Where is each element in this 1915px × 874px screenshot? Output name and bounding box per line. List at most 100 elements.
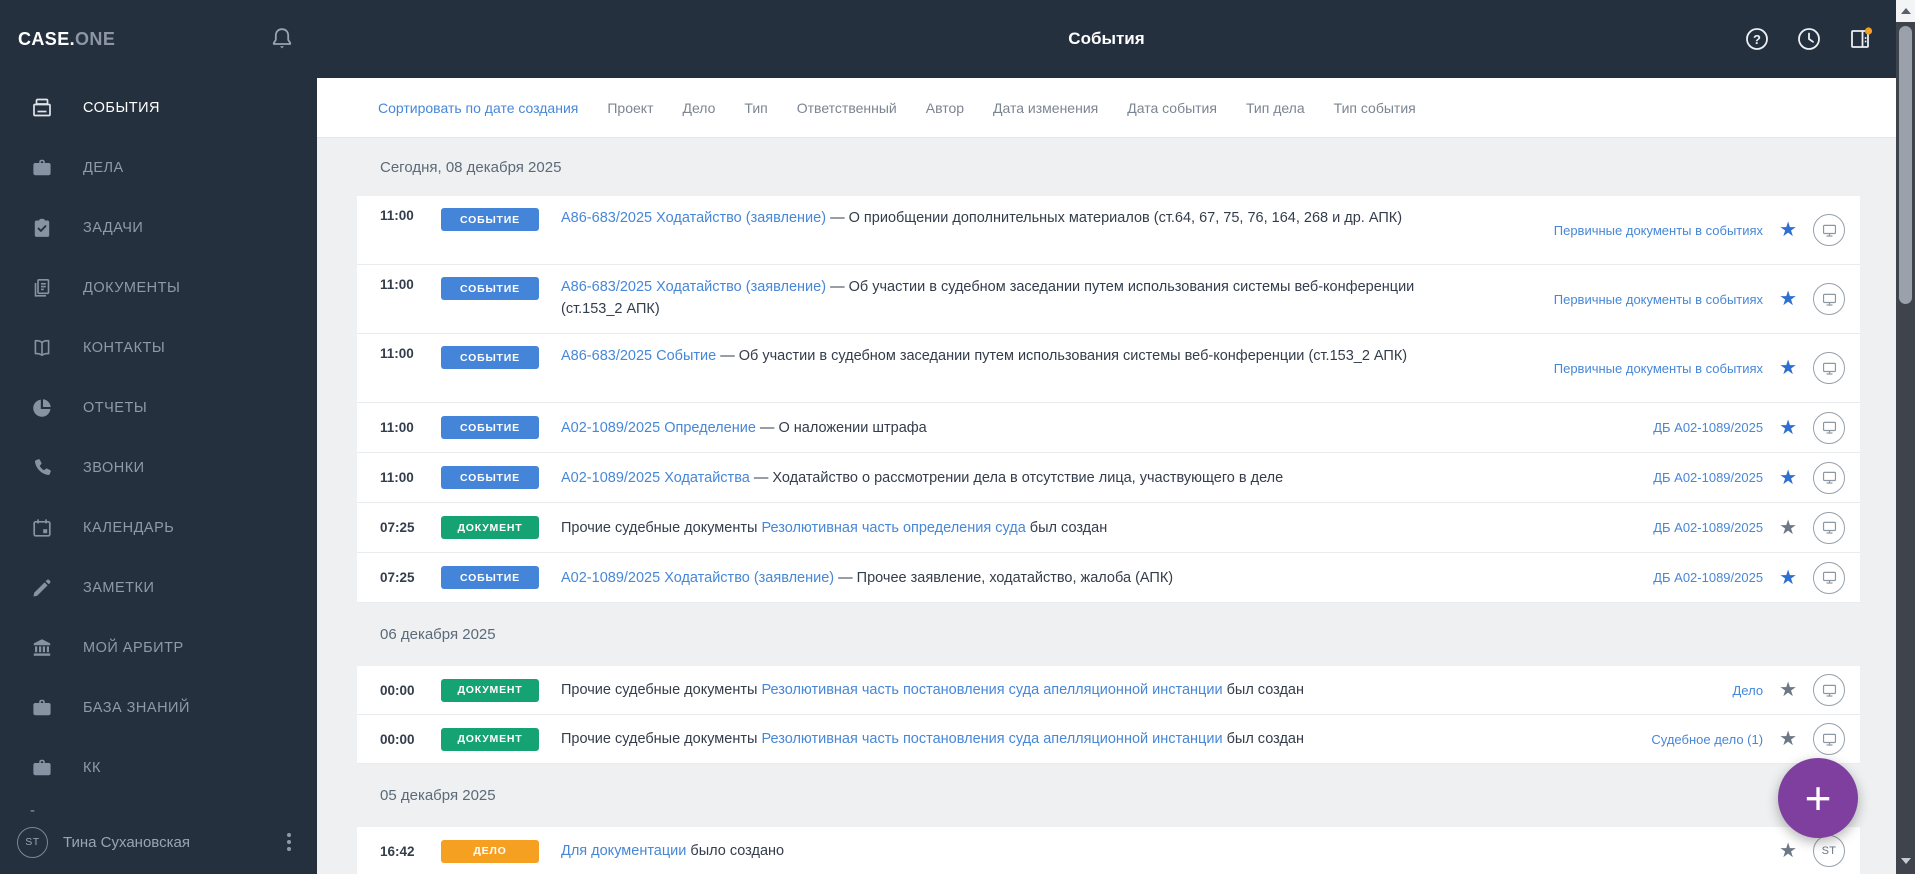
layout-panel-icon[interactable]	[1848, 26, 1874, 52]
related-link[interactable]: Первичные документы в событиях	[1554, 223, 1763, 238]
filter-event-type[interactable]: Тип события	[1334, 100, 1416, 116]
related-link[interactable]: ДБ А02-1089/2025	[1653, 570, 1763, 585]
sidebar-item-kk[interactable]: КК	[0, 738, 317, 798]
sidebar-item-cases[interactable]: ДЕЛА	[0, 138, 317, 198]
related-link[interactable]: Дело	[1732, 683, 1763, 698]
sort-link[interactable]: Сортировать по дате создания	[378, 100, 578, 116]
related-link[interactable]: ДБ А02-1089/2025	[1653, 420, 1763, 435]
bell-icon[interactable]	[268, 25, 296, 53]
event-description: — Об участии в судебном заседании путем …	[716, 348, 1408, 364]
monitor-icon[interactable]	[1813, 283, 1845, 315]
scroll-thumb[interactable]	[1899, 26, 1912, 304]
monitor-icon[interactable]	[1813, 561, 1845, 594]
event-row: 11:00 СОБЫТИЕ А02-1089/2025 Определение …	[357, 403, 1860, 453]
event-text: А02-1089/2025 Ходатайства — Ходатайство …	[561, 467, 1311, 489]
event-description: было создано	[686, 843, 785, 859]
event-link[interactable]: А02-1089/2025 Определение	[561, 420, 756, 436]
event-link[interactable]: А86-683/2025 Ходатайство (заявление)	[561, 210, 826, 226]
help-icon[interactable]: ?	[1744, 26, 1770, 52]
filter-responsible[interactable]: Ответственный	[797, 100, 897, 116]
event-link[interactable]: Резолютивная часть определения суда	[761, 520, 1025, 536]
event-link[interactable]: А86-683/2025 Ходатайство (заявление)	[561, 279, 826, 295]
favorite-star-icon[interactable]: ★	[1779, 358, 1797, 378]
event-link[interactable]: Для документации	[561, 843, 686, 859]
related-link[interactable]: Судебное дело (1)	[1651, 732, 1763, 747]
row-actions: ДБ А02-1089/2025 ★	[1653, 561, 1845, 594]
event-link[interactable]: А02-1089/2025 Ходатайство (заявление)	[561, 570, 834, 586]
sidebar-item-contacts[interactable]: КОНТАКТЫ	[0, 318, 317, 378]
related-link[interactable]: Первичные документы в событиях	[1554, 292, 1763, 307]
event-link[interactable]: А86-683/2025 Событие	[561, 348, 716, 364]
favorite-star-icon[interactable]: ★	[1779, 729, 1797, 749]
sidebar-item-calls[interactable]: ЗВОНКИ	[0, 438, 317, 498]
row-actions: ДБ А02-1089/2025 ★	[1653, 461, 1845, 494]
app-logo[interactable]: CASE. ONE	[18, 0, 115, 78]
row-actions: ДБ А02-1089/2025 ★	[1653, 411, 1845, 444]
event-time: 00:00	[380, 682, 415, 698]
monitor-icon[interactable]	[1813, 411, 1845, 444]
svg-text:?: ?	[1753, 32, 1761, 47]
monitor-icon[interactable]	[1813, 352, 1845, 384]
event-text: А02-1089/2025 Ходатайство (заявление) — …	[561, 567, 1201, 589]
page-title: События	[1068, 29, 1145, 48]
sidebar-item-my-arbiter[interactable]: МОЙ АРБИТР	[0, 618, 317, 678]
favorite-star-icon[interactable]: ★	[1779, 518, 1797, 538]
bank-icon	[30, 636, 54, 660]
sidebar-item-knowledge-base[interactable]: БАЗА ЗНАНИЙ	[0, 678, 317, 738]
recent-icon[interactable]	[1796, 26, 1822, 52]
event-row: 00:00 ДОКУМЕНТ Прочие судебные документы…	[357, 715, 1860, 764]
event-row: 11:00 СОБЫТИЕ А86-683/2025 Ходатайство (…	[357, 196, 1860, 265]
favorite-star-icon[interactable]: ★	[1779, 841, 1797, 861]
scrollbar[interactable]	[1896, 0, 1915, 874]
monitor-icon[interactable]	[1813, 674, 1845, 706]
favorite-star-icon[interactable]: ★	[1779, 680, 1797, 700]
filter-date-modified[interactable]: Дата изменения	[993, 100, 1098, 116]
event-type-badge: ДЕЛО	[441, 839, 539, 863]
sidebar-item-collapsed[interactable]: -	[0, 798, 317, 822]
filter-case[interactable]: Дело	[682, 100, 715, 116]
monitor-icon[interactable]	[1813, 723, 1845, 755]
sidebar-item-label: ОТЧЕТЫ	[83, 400, 148, 416]
favorite-star-icon[interactable]: ★	[1779, 418, 1797, 438]
related-link[interactable]: Первичные документы в событиях	[1554, 361, 1763, 376]
sidebar-item-label: КК	[83, 760, 101, 776]
event-text: Для документации было создано	[561, 840, 812, 862]
sidebar-item-documents[interactable]: ДОКУМЕНТЫ	[0, 258, 317, 318]
filter-type[interactable]: Тип	[744, 100, 767, 116]
brand-one: ONE	[75, 28, 116, 49]
filter-date-event[interactable]: Дата события	[1127, 100, 1217, 116]
reports-icon	[30, 396, 54, 420]
event-description: был создан	[1222, 682, 1304, 698]
monitor-icon[interactable]	[1813, 214, 1845, 246]
monitor-icon[interactable]	[1813, 511, 1845, 544]
filter-project[interactable]: Проект	[607, 100, 653, 116]
favorite-star-icon[interactable]: ★	[1779, 568, 1797, 588]
scroll-up-arrow[interactable]	[1896, 0, 1915, 22]
event-link[interactable]: Резолютивная часть постановления суда ап…	[761, 731, 1222, 747]
event-text: А02-1089/2025 Определение — О наложении …	[561, 417, 955, 439]
add-button[interactable]: +	[1778, 758, 1858, 838]
sidebar-item-tasks[interactable]: ЗАДАЧИ	[0, 198, 317, 258]
filter-author[interactable]: Автор	[926, 100, 964, 116]
event-text: Прочие судебные документы Резолютивная ч…	[561, 679, 1332, 701]
related-link[interactable]: ДБ А02-1089/2025	[1653, 520, 1763, 535]
favorite-star-icon[interactable]: ★	[1779, 220, 1797, 240]
scroll-down-arrow[interactable]	[1896, 853, 1915, 869]
sidebar-item-reports[interactable]: ОТЧЕТЫ	[0, 378, 317, 438]
favorite-star-icon[interactable]: ★	[1779, 289, 1797, 309]
sidebar-item-calendar[interactable]: КАЛЕНДАРЬ	[0, 498, 317, 558]
assignee-avatar[interactable]: ST	[1813, 835, 1845, 867]
monitor-icon[interactable]	[1813, 461, 1845, 494]
event-description: был создан	[1222, 731, 1304, 747]
event-description: — О наложении штрафа	[755, 419, 927, 436]
kebab-menu-icon[interactable]	[283, 829, 295, 855]
sidebar-item-events[interactable]: СОБЫТИЯ	[0, 78, 317, 138]
event-link[interactable]: А02-1089/2025 Ходатайства	[561, 470, 750, 486]
favorite-star-icon[interactable]: ★	[1779, 468, 1797, 488]
date-section-header: Сегодня, 08 декабря 2025	[380, 158, 562, 176]
sidebar-item-notes[interactable]: ЗАМЕТКИ	[0, 558, 317, 618]
related-link[interactable]: ДБ А02-1089/2025	[1653, 470, 1763, 485]
event-link[interactable]: Резолютивная часть постановления суда ап…	[761, 682, 1222, 698]
filter-case-type[interactable]: Тип дела	[1246, 100, 1305, 116]
user-profile[interactable]: ST Тина Сухановская	[0, 822, 317, 874]
